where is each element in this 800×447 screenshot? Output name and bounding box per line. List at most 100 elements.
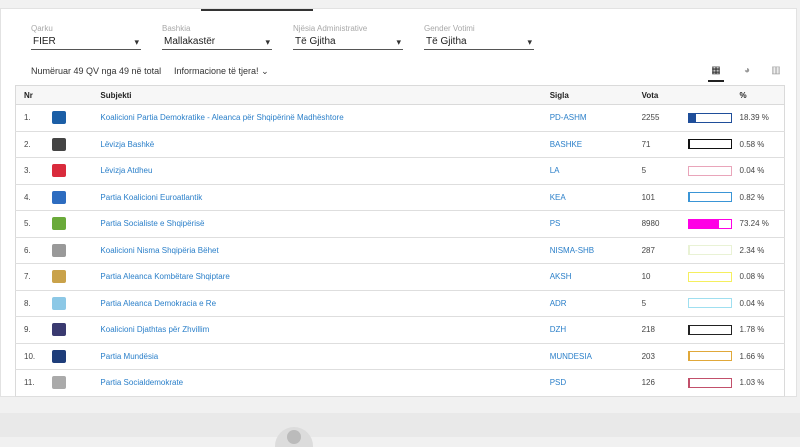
filter-gender[interactable]: Gender Votimi Të Gjitha ▾ [424,23,534,50]
party-logo-icon [52,297,66,310]
results-table: Nr Subjekti Sigla Vota % 1.Koalicioni Pa… [15,85,785,397]
table-row[interactable]: 4.Partia Koalicioni EuroatlantikKEA1010.… [16,184,785,211]
vote-count: 5 [642,290,688,317]
vote-count: 10 [642,264,688,291]
header-bar [688,86,740,105]
filter-label: Qarku [31,23,141,34]
counted-stations: Numëruar 49 QV nga 49 në total [31,66,161,76]
vote-share-bar [688,298,732,308]
party-acronym-link[interactable]: AKSH [550,264,642,291]
party-logo-icon [52,376,66,389]
vote-percentage: 1.66 % [740,343,785,370]
vote-count: 287 [642,237,688,264]
filter-select-qarku[interactable]: FIER ▾ [31,34,141,50]
more-info-label: Informacione të tjera! [174,66,259,76]
vote-count: 218 [642,317,688,344]
filter-label: Njësia Administrative [293,23,403,34]
table-row[interactable]: 7.Partia Aleanca Kombëtare ShqiptareAKSH… [16,264,785,291]
filter-value: FIER [33,36,56,47]
party-logo-cell [48,264,100,291]
vote-share-fill [689,352,690,360]
table-row[interactable]: 3.Lëvizja AtdheuLA50.04 % [16,158,785,185]
vote-share-bar-cell [688,131,740,158]
party-name-link[interactable]: Partia Socialdemokrate [100,370,549,397]
header-sigla[interactable]: Sigla [550,86,642,105]
vote-share-bar-cell [688,290,740,317]
party-acronym-link[interactable]: ADR [550,290,642,317]
party-acronym-link[interactable]: PD-ASHM [550,105,642,132]
table-row[interactable]: 8.Partia Aleanca Demokracia e ReADR50.04… [16,290,785,317]
filter-value: Të Gjitha [426,36,467,47]
table-row[interactable]: 10.Partia MundësiaMUNDESIA2031.66 % [16,343,785,370]
party-logo-icon [52,270,66,283]
party-acronym-link[interactable]: KEA [550,184,642,211]
row-number: 6. [16,237,49,264]
row-number: 10. [16,343,49,370]
pie-chart-icon[interactable]: ◕ [737,63,757,79]
party-name-link[interactable]: Partia Socialiste e Shqipërisë [100,211,549,238]
footer-panel [0,413,800,437]
vote-share-bar [688,192,732,202]
filter-value: Të Gjitha [295,36,336,47]
party-name-link[interactable]: Partia Aleanca Demokracia e Re [100,290,549,317]
party-name-link[interactable]: Lëvizja Bashkë [100,131,549,158]
table-header-row: Nr Subjekti Sigla Vota % [16,86,785,105]
party-acronym-link[interactable]: PS [550,211,642,238]
vote-count: 101 [642,184,688,211]
party-name-link[interactable]: Koalicioni Nisma Shqipëria Bëhet [100,237,549,264]
party-logo-cell [48,211,100,238]
vote-share-bar-cell [688,317,740,344]
party-name-link[interactable]: Partia Mundësia [100,343,549,370]
row-number: 2. [16,131,49,158]
party-acronym-link[interactable]: NISMA-SHB [550,237,642,264]
party-acronym-link[interactable]: MUNDESIA [550,343,642,370]
table-row[interactable]: 9.Koalicioni Djathtas për ZhvillimDZH218… [16,317,785,344]
vote-percentage: 0.58 % [740,131,785,158]
table-row[interactable]: 1.Koalicioni Partia Demokratike - Aleanc… [16,105,785,132]
party-acronym-link[interactable]: PSD [550,370,642,397]
filter-bashkia[interactable]: Bashkia Mallakastër▾ [162,23,272,50]
table-icon[interactable]: ▦ [706,63,726,79]
vote-share-bar-cell [688,237,740,264]
party-name-link[interactable]: Koalicioni Partia Demokratike - Aleanca … [100,105,549,132]
table-row[interactable]: 2.Lëvizja BashkëBASHKE710.58 % [16,131,785,158]
chevron-down-icon: ▾ [265,34,270,50]
row-number: 11. [16,370,49,397]
party-name-link[interactable]: Lëvizja Atdheu [100,158,549,185]
table-row[interactable]: 11.Partia SocialdemokratePSD1261.03 % [16,370,785,397]
chevron-down-icon: ⌄ [261,66,269,76]
party-logo-cell [48,184,100,211]
chevron-down-icon: ▾ [134,34,139,50]
vote-share-bar [688,113,732,123]
filter-select-bashkia[interactable]: Mallakastër▾ [162,34,272,50]
active-tab-underline [201,9,313,11]
vote-share-bar [688,219,732,229]
header-subjekti[interactable]: Subjekti [100,86,549,105]
table-row[interactable]: 6. Koalicioni Nisma Shqipëria BëhetNISMA-… [16,237,785,264]
party-logo-icon [52,323,66,336]
party-name-link[interactable]: Koalicioni Djathtas për Zhvillim [100,317,549,344]
vote-share-fill [689,326,690,334]
filter-select-gender[interactable]: Të Gjitha ▾ [424,34,534,50]
filter-label: Gender Votimi [424,23,534,34]
header-nr[interactable]: Nr [16,86,49,105]
vote-share-bar-cell [688,158,740,185]
party-acronym-link[interactable]: BASHKE [550,131,642,158]
header-pct[interactable]: % [740,86,785,105]
vote-percentage: 0.82 % [740,184,785,211]
filter-qarku[interactable]: Qarku FIER ▾ [31,23,141,50]
header-vota[interactable]: Vota [642,86,688,105]
vote-count: 5 [642,158,688,185]
table-row[interactable]: 5.Partia Socialiste e ShqipërisëPS898073… [16,211,785,238]
party-acronym-link[interactable]: DZH [550,317,642,344]
bar-chart-icon[interactable]: ▥ [766,63,786,79]
party-name-link[interactable]: Partia Koalicioni Euroatlantik [100,184,549,211]
filter-njesia[interactable]: Njësia Administrative Të Gjitha▾ [293,23,403,50]
more-info-dropdown[interactable]: Informacione të tjera! ⌄ [174,66,269,77]
filter-select-njesia[interactable]: Të Gjitha▾ [293,34,403,50]
party-logo-cell [48,290,100,317]
chevron-down-icon: ▾ [527,34,532,50]
vote-share-bar-cell [688,343,740,370]
party-acronym-link[interactable]: LA [550,158,642,185]
party-name-link[interactable]: Partia Aleanca Kombëtare Shqiptare [100,264,549,291]
